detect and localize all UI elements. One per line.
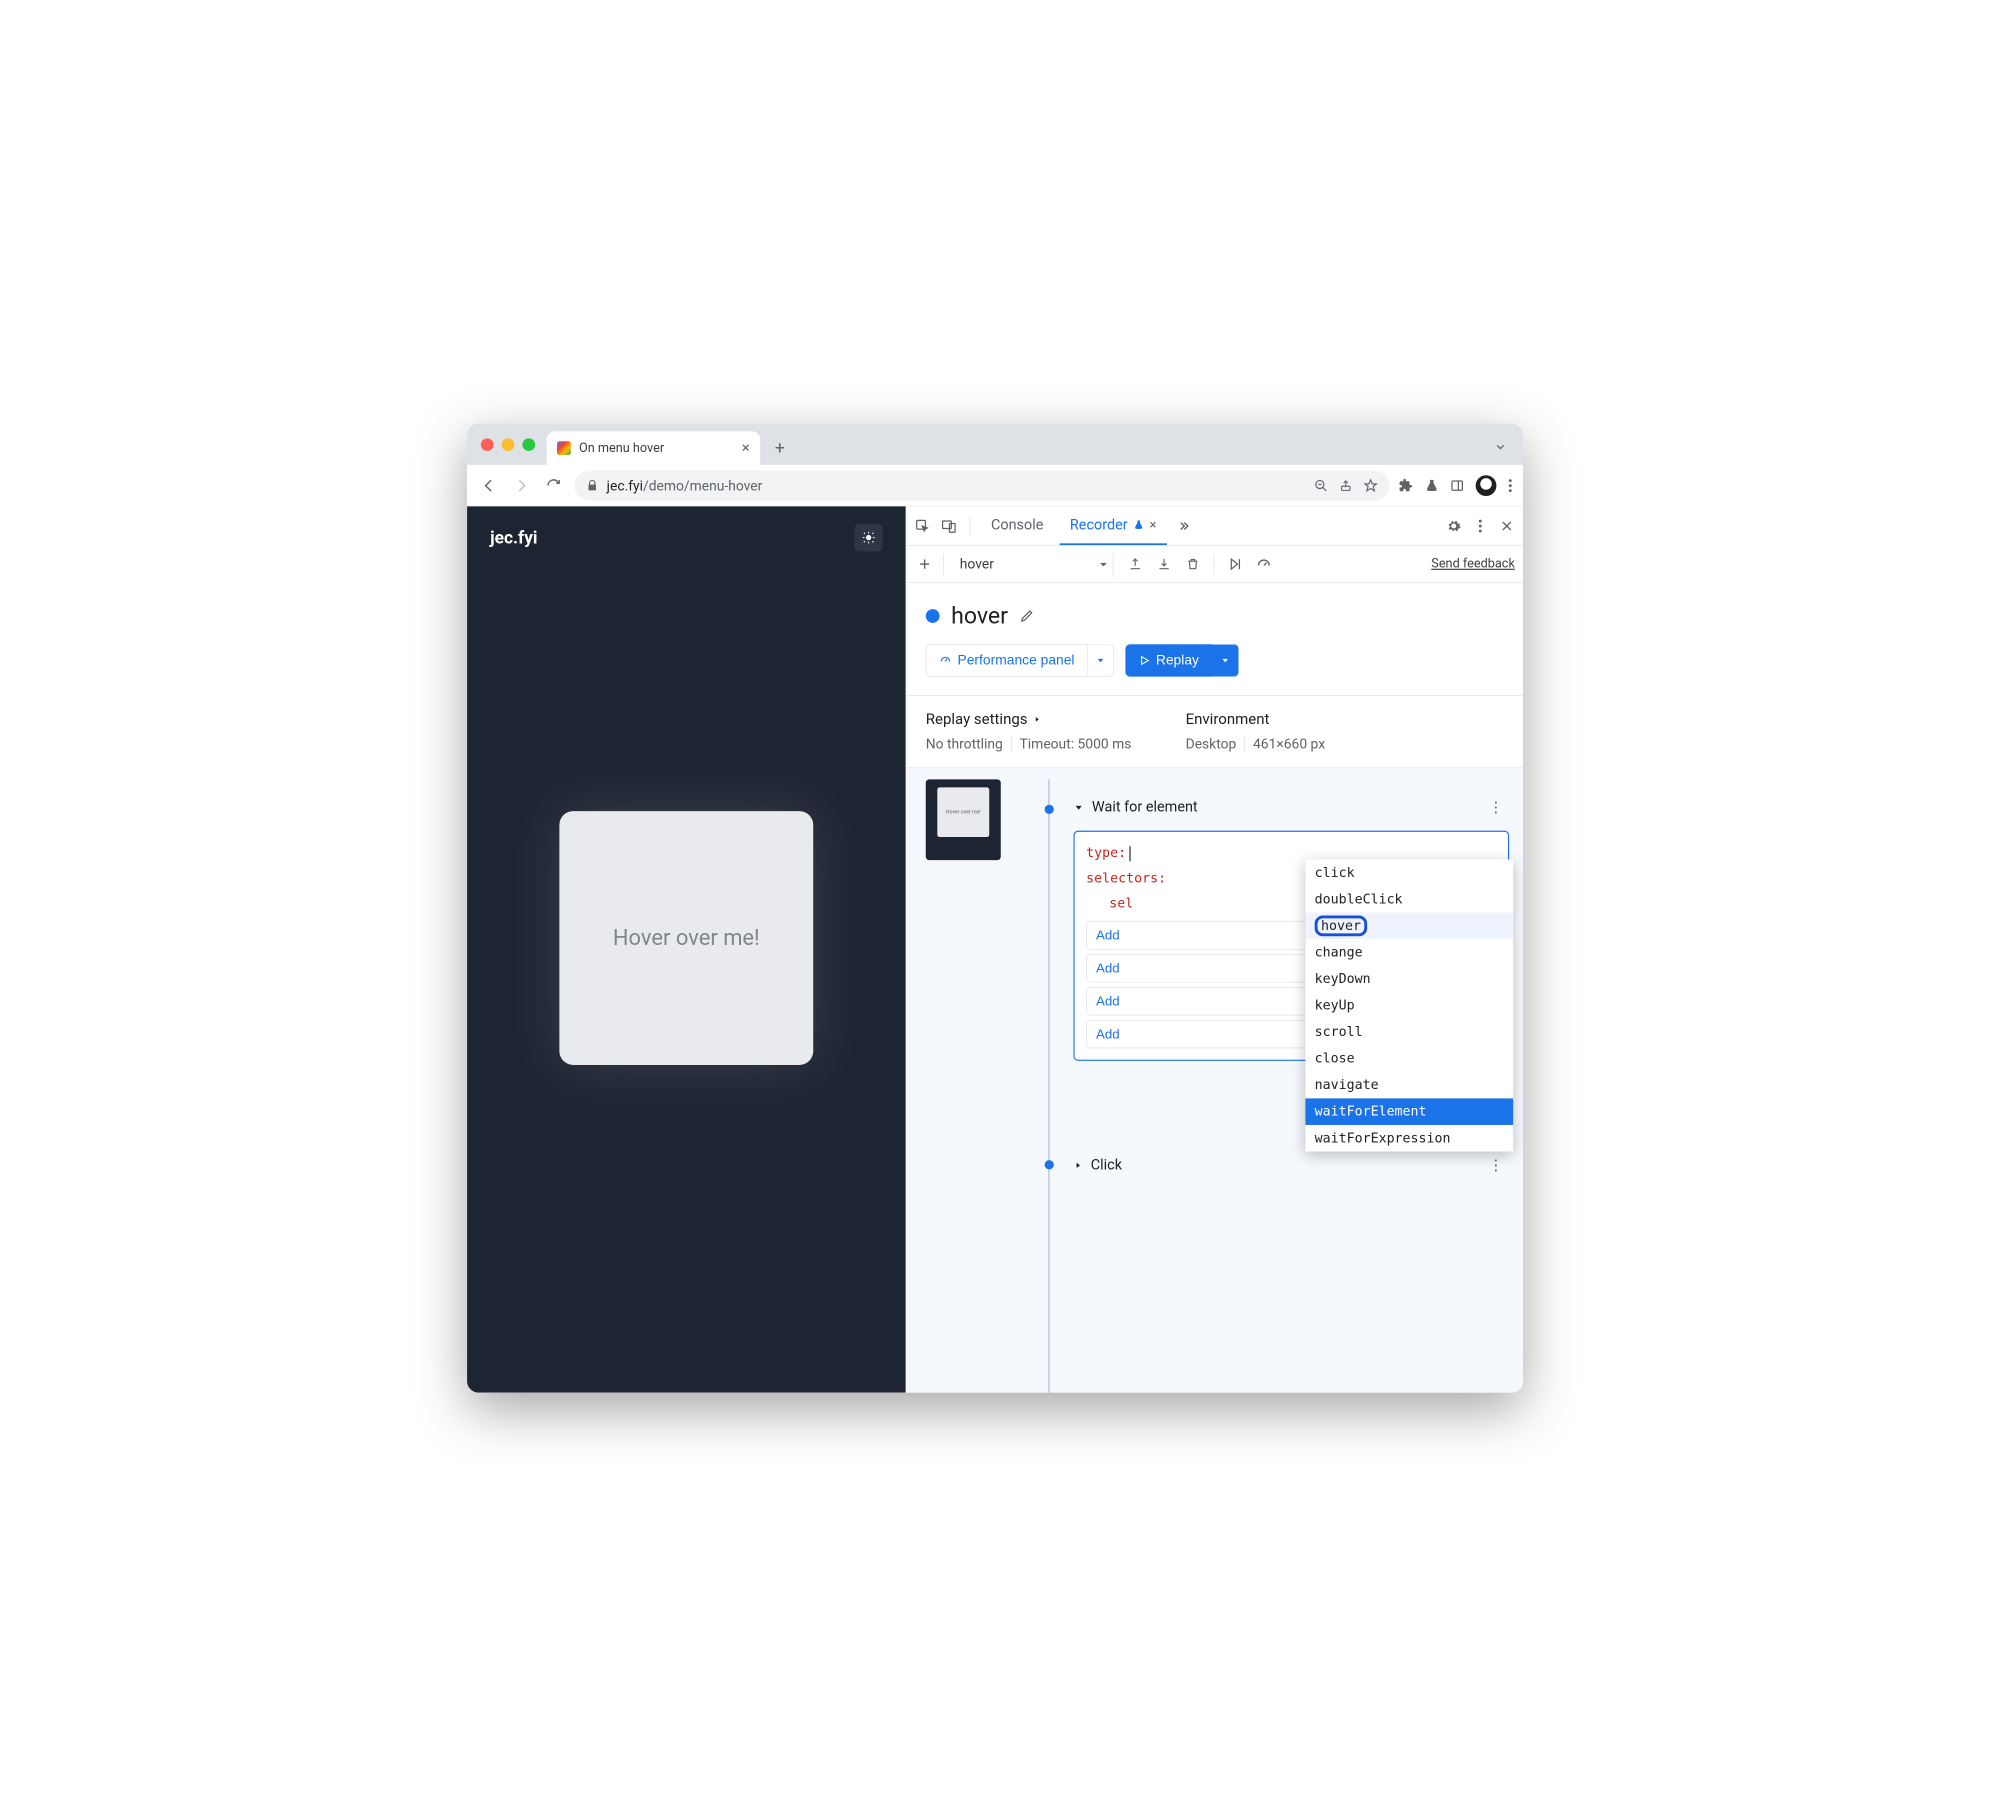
tab-overflow-button[interactable] [1494, 441, 1507, 454]
tab-console[interactable]: Console [981, 506, 1054, 545]
ac-option[interactable]: navigate [1305, 1072, 1513, 1099]
labs-icon[interactable] [1425, 478, 1439, 492]
step-title: Wait for element [1092, 799, 1198, 816]
ac-option[interactable]: keyUp [1305, 992, 1513, 1019]
step-title: Click [1091, 1157, 1122, 1174]
sidepanel-icon[interactable] [1450, 478, 1464, 492]
more-tabs-icon[interactable] [1173, 515, 1194, 536]
timeout-value: Timeout: 5000 ms [1020, 736, 1140, 752]
new-tab-button[interactable]: + [766, 434, 794, 462]
tab-strip: On menu hover × + [467, 423, 1523, 465]
zoom-out-icon[interactable] [1314, 478, 1328, 492]
address-bar: jec.fyi/demo/menu-hover [467, 465, 1523, 507]
page-logo[interactable]: jec.fyi [490, 527, 537, 547]
ac-option[interactable]: change [1305, 939, 1513, 966]
window-controls [481, 438, 535, 451]
browser-tab[interactable]: On menu hover × [547, 431, 760, 464]
steps-timeline: Hover over me! Wait for element ⋮ type: … [906, 768, 1523, 1393]
send-feedback-link[interactable]: Send feedback [1431, 557, 1515, 571]
content-row: jec.fyi Hover over me! Console Recorder … [467, 506, 1523, 1392]
maximize-window-button[interactable] [522, 438, 535, 451]
reload-button[interactable] [542, 474, 565, 497]
step-icon[interactable] [1225, 553, 1246, 574]
ac-option[interactable]: waitForExpression [1305, 1125, 1513, 1152]
ac-option[interactable]: close [1305, 1045, 1513, 1072]
ac-option[interactable]: scroll [1305, 1019, 1513, 1046]
minimize-window-button[interactable] [502, 438, 515, 451]
extensions-icon[interactable] [1398, 478, 1413, 493]
step-wait-for-element[interactable]: Wait for element ⋮ type: selectors: sel … [1073, 793, 1509, 1061]
close-devtools-icon[interactable] [1496, 515, 1517, 536]
import-icon[interactable] [1154, 553, 1175, 574]
close-window-button[interactable] [481, 438, 494, 451]
share-icon[interactable] [1339, 479, 1352, 492]
profile-avatar[interactable] [1476, 475, 1497, 496]
ac-option[interactable]: hover [1305, 913, 1513, 940]
replay-settings: Replay settings No throttling Timeout: 50… [906, 695, 1523, 768]
step-menu-button[interactable]: ⋮ [1488, 799, 1503, 816]
lock-icon [586, 479, 599, 492]
ac-option[interactable]: waitForElement [1305, 1098, 1513, 1125]
recording-indicator-icon [926, 609, 940, 623]
devtools-panel: Console Recorder × hover [906, 506, 1523, 1392]
environment-label: Environment [1186, 711, 1334, 728]
devtools-menu-icon[interactable] [1470, 515, 1491, 536]
recording-selector[interactable]: hover [952, 551, 1114, 576]
hover-target[interactable]: Hover over me! [559, 811, 813, 1065]
tab-recorder[interactable]: Recorder × [1060, 506, 1167, 545]
inspect-icon[interactable] [912, 515, 933, 536]
type-autocomplete-dropdown[interactable]: click doubleClick hover change keyDown k… [1305, 860, 1513, 1152]
recording-actions: Performance panel Replay [906, 644, 1523, 695]
expand-icon[interactable] [1073, 1160, 1082, 1169]
new-recording-button[interactable] [914, 553, 935, 574]
ac-option[interactable]: keyDown [1305, 966, 1513, 993]
ac-option[interactable]: click [1305, 860, 1513, 887]
env-size: 461×660 px [1253, 736, 1333, 752]
recording-name: hover [951, 602, 1008, 629]
step-click[interactable]: Click ⋮ [1073, 1151, 1509, 1179]
ac-option[interactable]: doubleClick [1305, 886, 1513, 913]
step-menu-button[interactable]: ⋮ [1488, 1157, 1503, 1174]
forward-button[interactable] [510, 474, 533, 497]
throttling-value: No throttling [926, 736, 1012, 752]
delete-icon[interactable] [1183, 553, 1204, 574]
collapse-icon[interactable] [1073, 802, 1083, 812]
browser-menu-icon[interactable] [1508, 478, 1513, 493]
replay-dropdown[interactable] [1212, 644, 1238, 676]
replay-settings-toggle[interactable]: Replay settings [926, 711, 1140, 728]
recorder-toolbar: hover Send feedback [906, 546, 1523, 583]
step-node-icon [1045, 805, 1054, 814]
slow-replay-icon[interactable] [1253, 553, 1274, 574]
omnibox[interactable]: jec.fyi/demo/menu-hover [574, 470, 1389, 500]
env-device: Desktop [1186, 736, 1245, 752]
url-text: jec.fyi/demo/menu-hover [607, 477, 763, 493]
replay-button[interactable]: Replay [1125, 644, 1212, 676]
favicon-icon [557, 441, 571, 455]
step-thumbnail: Hover over me! [926, 779, 1001, 860]
close-tab-icon[interactable]: × [1150, 518, 1157, 532]
export-icon[interactable] [1125, 553, 1146, 574]
browser-window: On menu hover × + jec.fyi/demo/menu-hove… [467, 423, 1523, 1392]
back-button[interactable] [477, 474, 500, 497]
close-tab-button[interactable]: × [742, 441, 750, 456]
devtools-tabbar: Console Recorder × [906, 506, 1523, 545]
performance-panel-button[interactable]: Performance panel [926, 644, 1088, 676]
device-toggle-icon[interactable] [938, 515, 959, 536]
performance-panel-dropdown[interactable] [1088, 644, 1114, 676]
theme-toggle-button[interactable] [855, 524, 883, 552]
settings-icon[interactable] [1443, 515, 1464, 536]
edit-name-button[interactable] [1019, 608, 1034, 623]
step-node-icon [1045, 1160, 1054, 1169]
toolbar-right [1398, 475, 1512, 496]
bookmark-icon[interactable] [1364, 478, 1378, 492]
tab-title: On menu hover [579, 441, 664, 455]
recording-header: hover [906, 583, 1523, 645]
rendered-page: jec.fyi Hover over me! [467, 506, 906, 1392]
